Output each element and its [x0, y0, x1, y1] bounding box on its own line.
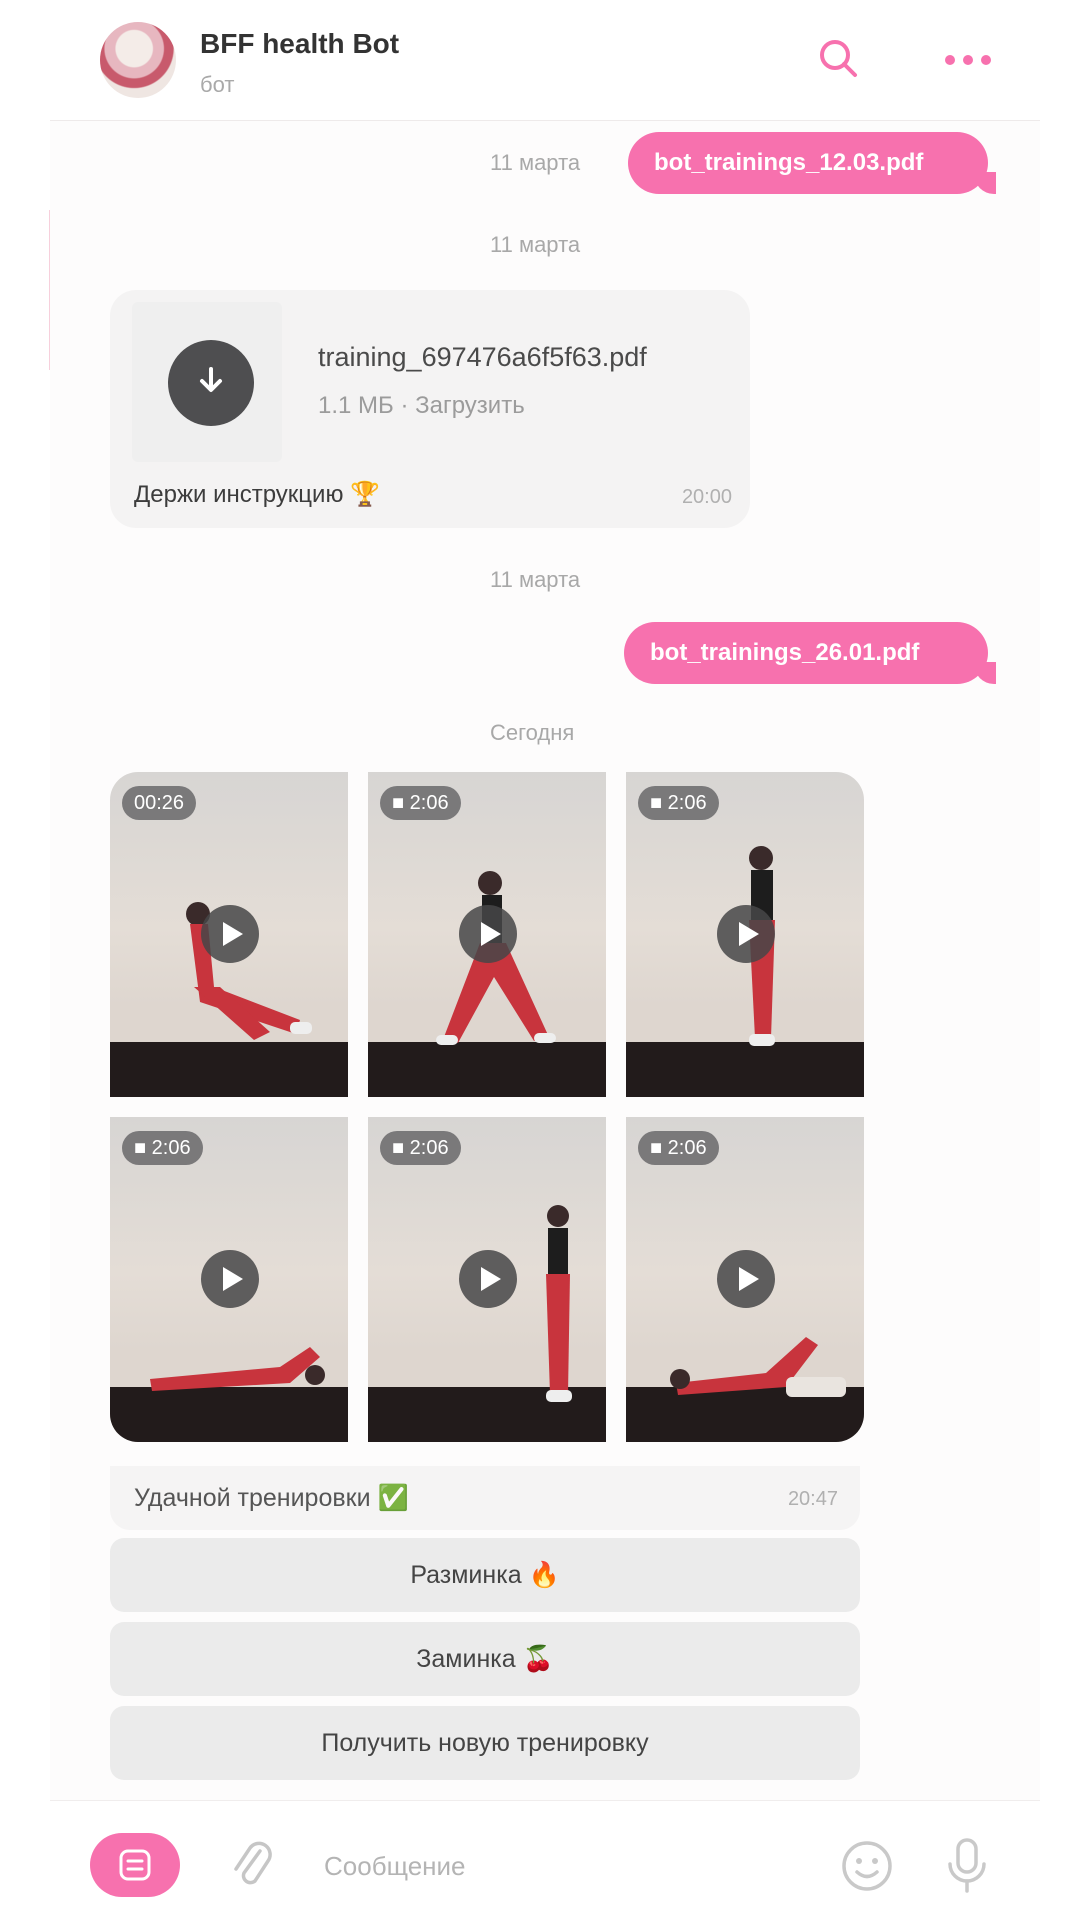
message-time: 20:47 — [787, 1488, 838, 1510]
video-duration: ■ 2:06 — [638, 786, 719, 820]
cooldown-button[interactable]: Заминка 🍒 — [110, 1622, 860, 1696]
meta-separator: · — [400, 392, 409, 419]
search-icon[interactable] — [818, 38, 858, 78]
chat-screen: BFF health Bot бот 11 марта bot_training… — [50, 0, 1040, 1920]
video-duration: ■ 2:06 — [122, 1131, 203, 1165]
play-icon[interactable] — [201, 905, 259, 963]
file-message[interactable]: training_697476a6f5f63.pdf 1.1 МБ · Загр… — [110, 290, 750, 528]
video-duration: ■ 2:06 — [638, 1131, 719, 1165]
video-duration: 00:26 — [122, 786, 197, 820]
file-meta: 1.1 МБ · Загрузить — [318, 392, 525, 420]
video-thumbnail[interactable]: 00:26 — [110, 772, 348, 1097]
athlete-figure — [150, 1347, 325, 1391]
message-input[interactable] — [322, 1845, 786, 1887]
video-duration-text: 2:06 — [409, 1137, 449, 1159]
new-workout-button[interactable]: Получить новую тренировку — [110, 1706, 860, 1780]
file-size: 1.1 МБ — [318, 392, 394, 419]
play-icon[interactable] — [459, 1250, 517, 1308]
file-thumbnail — [132, 302, 282, 462]
bubble-tail — [974, 172, 996, 194]
file-caption: Держи инструкцию 🏆 — [134, 481, 381, 508]
outgoing-message[interactable]: bot_trainings_26.01.pdf — [624, 622, 996, 684]
play-icon[interactable] — [201, 1250, 259, 1308]
date-divider: 11 марта — [490, 232, 581, 257]
video-album: 00:26 ■ 2:06 ■ 2:06 ■ 2:06 ■ 2:06 ■ 2:06 — [110, 772, 864, 1442]
video-thumbnail[interactable]: ■ 2:06 — [368, 1117, 606, 1442]
paperclip-icon[interactable] — [230, 1837, 274, 1893]
video-duration-text: 2:06 — [409, 792, 449, 814]
chat-header: BFF health Bot бот — [50, 0, 1040, 121]
video-thumbnail[interactable]: ■ 2:06 — [626, 772, 864, 1097]
play-icon[interactable] — [717, 905, 775, 963]
chat-title[interactable]: BFF health Bot — [200, 28, 399, 60]
video-duration-text: 2:06 — [667, 792, 707, 814]
avatar[interactable] — [100, 22, 176, 98]
video-thumbnail[interactable]: ■ 2:06 — [368, 772, 606, 1097]
athlete-figure — [670, 1337, 846, 1397]
album-caption-text: Удачной тренировки ✅ — [134, 1484, 409, 1512]
album-caption: Удачной тренировки ✅ 20:47 — [110, 1466, 860, 1530]
outgoing-message-text: bot_trainings_26.01.pdf — [650, 639, 920, 666]
video-duration-text: 2:06 — [667, 1137, 707, 1159]
download-icon — [200, 367, 222, 392]
bubble-tail — [974, 662, 996, 684]
video-duration: ■ 2:06 — [380, 1131, 461, 1165]
file-name[interactable]: training_697476a6f5f63.pdf — [318, 342, 647, 373]
video-duration-text: 2:06 — [151, 1137, 191, 1159]
file-download-link[interactable]: Загрузить — [415, 392, 525, 419]
video-duration: ■ 2:06 — [380, 786, 461, 820]
play-icon[interactable] — [459, 905, 517, 963]
warmup-button[interactable]: Разминка 🔥 — [110, 1538, 860, 1612]
outgoing-message[interactable]: bot_trainings_12.03.pdf — [628, 132, 996, 194]
message-timestamp: 11 марта — [490, 150, 581, 175]
video-thumbnail[interactable]: ■ 2:06 — [110, 1117, 348, 1442]
message-time: 20:00 — [681, 486, 732, 508]
outgoing-message-text: bot_trainings_12.03.pdf — [654, 149, 924, 176]
video-thumbnail[interactable]: ■ 2:06 — [626, 1117, 864, 1442]
play-icon[interactable] — [717, 1250, 775, 1308]
microphone-icon[interactable] — [945, 1837, 989, 1895]
more-icon[interactable] — [938, 46, 998, 74]
bot-menu-button[interactable] — [90, 1833, 180, 1897]
athlete-figure — [546, 1205, 572, 1402]
emoji-icon[interactable] — [840, 1839, 894, 1893]
date-divider: 11 марта — [490, 567, 581, 592]
menu-icon — [119, 1849, 151, 1881]
chat-subtitle: бот — [200, 72, 235, 97]
date-divider: Сегодня — [490, 720, 575, 745]
message-composer — [50, 1800, 1040, 1920]
download-button[interactable] — [168, 340, 254, 426]
